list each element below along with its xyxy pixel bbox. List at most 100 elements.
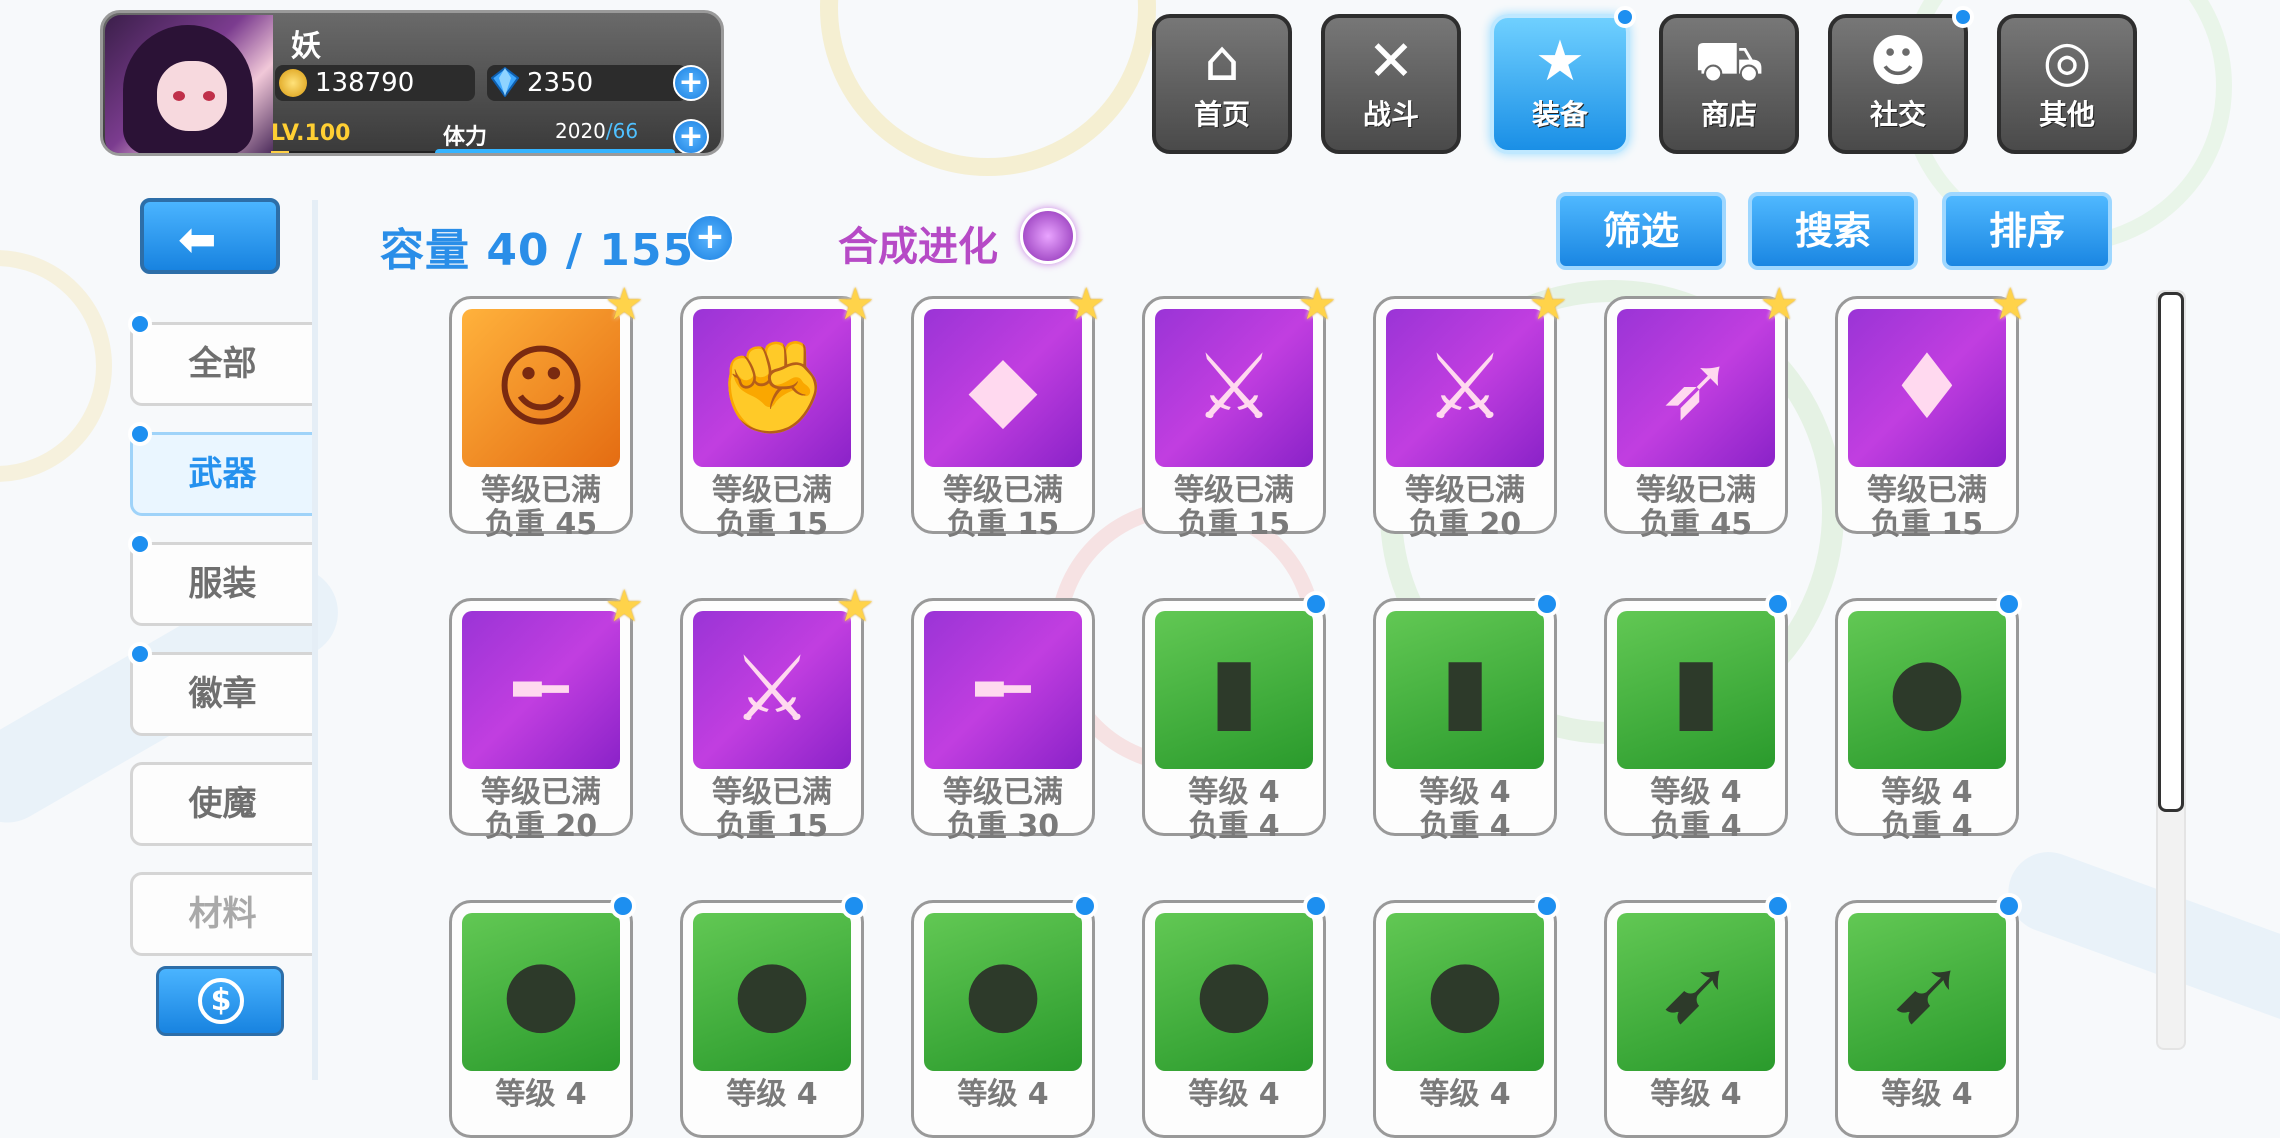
search-button[interactable]: 搜索 (1748, 192, 1918, 270)
back-arrow-icon: ⬅ (178, 212, 217, 266)
add-stamina-button[interactable]: + (673, 119, 709, 153)
grenade-icon: ● (1425, 939, 1505, 1044)
nav-tab[interactable]: ☻ 社交 (1828, 6, 1974, 154)
item-card[interactable]: ▮ 等级 4 负重 4 (1373, 591, 1560, 844)
synthesis-swirl-icon[interactable] (1020, 208, 1076, 264)
item-image: ✊ (693, 309, 851, 467)
item-image: ⚔ (1386, 309, 1544, 467)
sort-button[interactable]: 排序 (1942, 192, 2112, 270)
item-level: 等级 4 (957, 1077, 1049, 1112)
sidebar-tab[interactable]: 服装 (130, 542, 312, 626)
item-card[interactable]: ● 等级 4 (1142, 893, 1329, 1138)
item-image: ◆ (924, 309, 1082, 467)
shop-basket-icon: ⛟ (1693, 29, 1765, 94)
player-panel: 妖 138790 2350 + LV.100 体力 2020/66 + (100, 10, 724, 156)
stamina-label: 体力 (443, 125, 488, 150)
notification-dot (128, 642, 152, 666)
red-pistol-blade-icon: ⚔ (731, 637, 813, 742)
item-card[interactable]: ▮ 等级 4 负重 4 (1142, 591, 1329, 844)
item-card[interactable]: ➹ 等级 4 (1604, 893, 1791, 1138)
item-card[interactable]: ☺ 等级已满 负重 45 ★ (449, 279, 644, 542)
fist-icon: ✊ (715, 335, 829, 440)
item-card[interactable]: ● 等级 4 (680, 893, 867, 1138)
nav-tab[interactable]: ⛟ 商店 (1659, 14, 1799, 154)
filter-button[interactable]: 筛选 (1556, 192, 1726, 270)
item-card[interactable]: ● 等级 4 (911, 893, 1098, 1138)
item-card[interactable]: ➹ 等级 4 (1835, 893, 2022, 1138)
bg-ring (820, 0, 1156, 176)
player-level: LV.100 (271, 121, 351, 146)
bg-stripe (1997, 840, 2280, 1040)
star-badge-icon: ★ (604, 581, 644, 632)
item-card[interactable]: ✊ 等级已满 负重 15 ★ (680, 279, 875, 542)
coin-icon (279, 69, 307, 97)
expand-capacity-button[interactable]: + (686, 214, 734, 262)
item-card[interactable]: ● 等级 4 负重 4 (1835, 591, 2022, 844)
nav-tab-label: 商店 (1700, 98, 1757, 131)
item-weight: 负重 30 (946, 809, 1060, 844)
new-item-dot (610, 893, 636, 919)
nav-tab[interactable]: ✕ 战斗 (1321, 14, 1461, 154)
item-weight: 负重 15 (1177, 507, 1291, 542)
item-card[interactable]: ◆ 等级已满 负重 15 ★ (911, 279, 1106, 542)
nav-tab[interactable]: ◎ 其他 (1997, 14, 2137, 154)
item-image: ➶ (1617, 309, 1775, 467)
crystal-cluster-icon: ◆ (968, 335, 1038, 440)
item-weight: 负重 15 (715, 507, 829, 542)
rocket-launcher-icon: ➹ (1658, 939, 1734, 1044)
item-card[interactable]: ● 等级 4 (1373, 893, 1560, 1138)
nav-tab-label: 首页 (1193, 98, 1250, 131)
item-weight: 负重 45 (1639, 507, 1753, 542)
new-item-dot (841, 893, 867, 919)
item-image: ● (1386, 913, 1544, 1071)
item-card[interactable]: ⚔ 等级已满 负重 20 ★ (1373, 279, 1568, 542)
item-weight: 负重 4 (1419, 809, 1511, 844)
item-card[interactable]: ♦ 等级已满 负重 15 ★ (1835, 279, 2030, 542)
avatar[interactable] (105, 15, 273, 153)
item-card[interactable]: ● 等级 4 (449, 893, 636, 1138)
synthesis-label[interactable]: 合成进化 (838, 214, 998, 272)
ornate-rifle-icon: ╾ (975, 637, 1031, 742)
new-item-dot (1534, 591, 1560, 617)
back-button[interactable]: ⬅ (140, 198, 280, 274)
item-weight: 负重 4 (1881, 809, 1973, 844)
item-image: ☺ (462, 309, 620, 467)
nav-tab-label: 装备 (1531, 98, 1588, 131)
sidebar-tab[interactable]: 使魔 (130, 762, 312, 846)
item-card[interactable]: ➶ 等级已满 负重 45 ★ (1604, 279, 1799, 542)
grenade-icon: ● (501, 939, 581, 1044)
new-item-dot (1303, 591, 1329, 617)
player-name: 妖 (291, 29, 321, 64)
item-card[interactable]: ⚔ 等级已满 负重 15 ★ (1142, 279, 1337, 542)
star-badge-icon: ★ (1990, 279, 2030, 330)
nav-tab[interactable]: ★ 装备 (1490, 6, 1636, 154)
sidebar-tab[interactable]: 徽章 (130, 652, 312, 736)
item-card[interactable]: ⚔ 等级已满 负重 15 ★ (680, 581, 875, 844)
house-icon: ⌂ (1204, 29, 1240, 94)
add-gems-button[interactable]: + (673, 65, 709, 101)
item-image: ● (1848, 611, 2006, 769)
notification-dot (128, 422, 152, 446)
new-item-dot (1765, 591, 1791, 617)
star-badge-icon: ★ (1297, 279, 1337, 330)
nav-tab-label: 社交 (1869, 98, 1926, 131)
sidebar-tab[interactable]: 武器 (130, 432, 312, 516)
notification-dot (128, 312, 152, 336)
sidebar-tab[interactable]: 材料 (130, 872, 312, 956)
scrollbar-thumb[interactable] (2158, 292, 2184, 812)
nav-tab[interactable]: ⌂ 首页 (1152, 14, 1292, 154)
sidebar-tab[interactable]: 全部 (130, 322, 312, 406)
star-badge-icon: ★ (1066, 279, 1106, 330)
item-card[interactable]: ╾ 等级已满 负重 20 ★ (449, 581, 644, 844)
item-card[interactable]: ╾ 等级已满 负重 30 (911, 598, 1095, 844)
item-image: ▮ (1155, 611, 1313, 769)
item-card[interactable]: ▮ 等级 4 负重 4 (1604, 591, 1791, 844)
currency-button[interactable]: $ (156, 966, 284, 1036)
stamina-max: /66 (605, 119, 639, 143)
grenade-icon: ● (732, 939, 812, 1044)
item-level: 等级 4 (1419, 1077, 1511, 1112)
item-level: 等级 4 (1188, 1077, 1280, 1112)
item-image: ● (1155, 913, 1313, 1071)
capacity-label: 容量 40 / 155 (380, 225, 695, 276)
star-badge-icon: ★ (835, 581, 875, 632)
